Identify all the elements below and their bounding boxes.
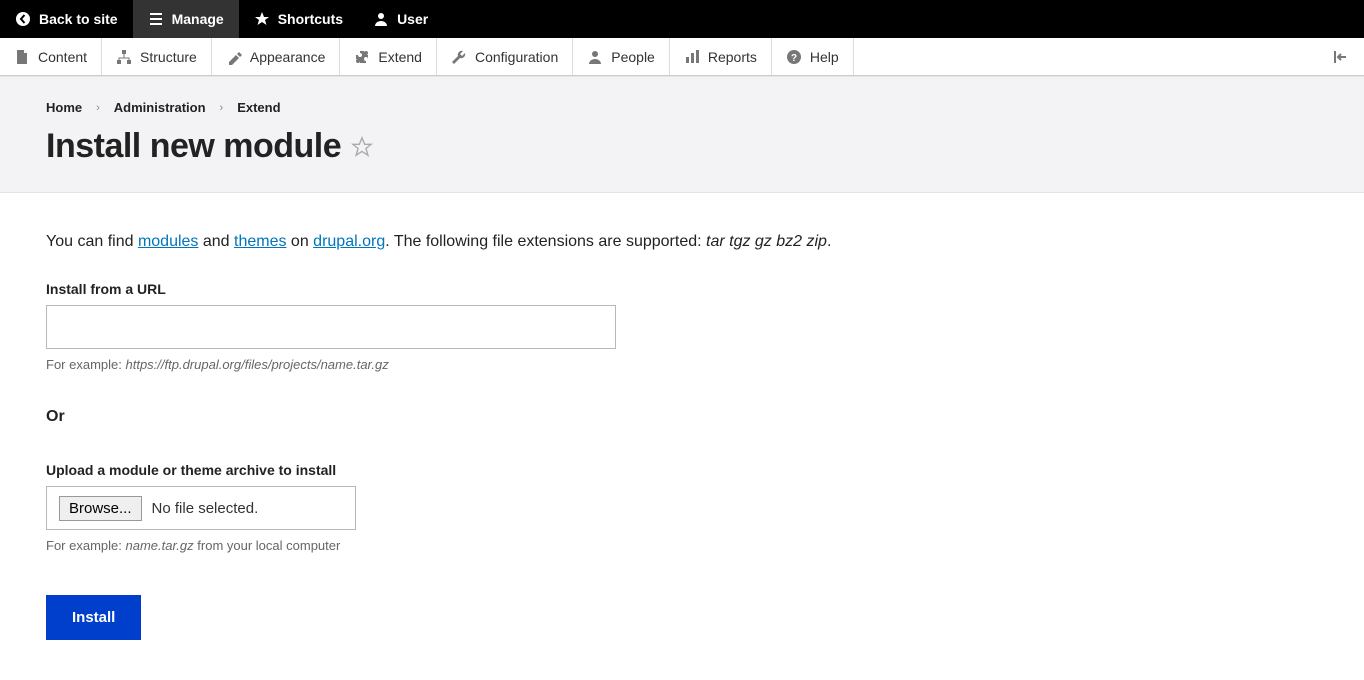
menu-people-label: People — [611, 49, 655, 65]
menu-reports[interactable]: Reports — [670, 38, 772, 75]
toolbar-orientation-toggle[interactable] — [1326, 38, 1356, 75]
manage-label: Manage — [172, 11, 224, 27]
help-icon: ? — [786, 49, 802, 65]
breadcrumb: Home › Administration › Extend — [46, 100, 1318, 115]
appearance-icon — [226, 49, 242, 65]
structure-icon — [116, 49, 132, 65]
upload-file-label: Upload a module or theme archive to inst… — [46, 462, 1318, 478]
people-icon — [587, 49, 603, 65]
menu-configuration[interactable]: Configuration — [437, 38, 573, 75]
back-to-site-label: Back to site — [39, 11, 118, 27]
admin-menu: Content Structure Appearance Extend Conf… — [0, 38, 1364, 76]
menu-extend-label: Extend — [378, 49, 422, 65]
user-label: User — [397, 11, 428, 27]
install-button[interactable]: Install — [46, 595, 141, 640]
breadcrumb-extend[interactable]: Extend — [237, 100, 280, 115]
file-status-text: No file selected. — [152, 500, 259, 517]
menu-reports-label: Reports — [708, 49, 757, 65]
menu-extend[interactable]: Extend — [340, 38, 437, 75]
collapse-icon — [1332, 48, 1350, 66]
shortcuts-label: Shortcuts — [278, 11, 343, 27]
themes-link[interactable]: themes — [234, 233, 286, 250]
manage-toggle[interactable]: Manage — [133, 0, 239, 38]
breadcrumb-separator: › — [96, 102, 100, 114]
drupal-org-link[interactable]: drupal.org — [313, 233, 385, 250]
extend-icon — [354, 49, 370, 65]
install-url-input[interactable] — [46, 305, 616, 349]
menu-content-label: Content — [38, 49, 87, 65]
install-url-label: Install from a URL — [46, 281, 1318, 297]
supported-extensions: tar tgz gz bz2 zip — [706, 233, 827, 250]
shortcuts-link[interactable]: Shortcuts — [239, 0, 358, 38]
menu-appearance[interactable]: Appearance — [212, 38, 341, 75]
star-icon — [254, 11, 270, 27]
breadcrumb-separator: › — [220, 102, 224, 114]
menu-people[interactable]: People — [573, 38, 670, 75]
hamburger-icon — [148, 11, 164, 27]
user-menu[interactable]: User — [358, 0, 443, 38]
menu-structure[interactable]: Structure — [102, 38, 212, 75]
shortcut-star-icon[interactable] — [351, 136, 373, 158]
menu-appearance-label: Appearance — [250, 49, 326, 65]
menu-structure-label: Structure — [140, 49, 197, 65]
page-header-region: Home › Administration › Extend Install n… — [0, 76, 1364, 193]
back-icon — [15, 11, 31, 27]
user-icon — [373, 11, 389, 27]
reports-icon — [684, 49, 700, 65]
browse-button[interactable]: Browse... — [59, 496, 142, 521]
configuration-icon — [451, 49, 467, 65]
upload-file-description: For example: name.tar.gz from your local… — [46, 538, 1318, 553]
back-to-site-link[interactable]: Back to site — [0, 0, 133, 38]
breadcrumb-home[interactable]: Home — [46, 100, 82, 115]
menu-help[interactable]: ? Help — [772, 38, 854, 75]
menu-help-label: Help — [810, 49, 839, 65]
menu-configuration-label: Configuration — [475, 49, 558, 65]
modules-link[interactable]: modules — [138, 233, 198, 250]
content-icon — [14, 49, 30, 65]
svg-text:?: ? — [791, 53, 797, 64]
install-url-description: For example: https://ftp.drupal.org/file… — [46, 357, 1318, 372]
menu-content[interactable]: Content — [0, 38, 102, 75]
breadcrumb-admin[interactable]: Administration — [114, 100, 206, 115]
intro-text: You can find modules and themes on drupa… — [46, 233, 1318, 251]
upload-file-input[interactable]: Browse... No file selected. — [46, 486, 356, 530]
main-content: You can find modules and themes on drupa… — [0, 193, 1364, 680]
or-separator: Or — [46, 408, 1318, 426]
page-title: Install new module — [46, 127, 341, 166]
toolbar-top: Back to site Manage Shortcuts User — [0, 0, 1364, 38]
